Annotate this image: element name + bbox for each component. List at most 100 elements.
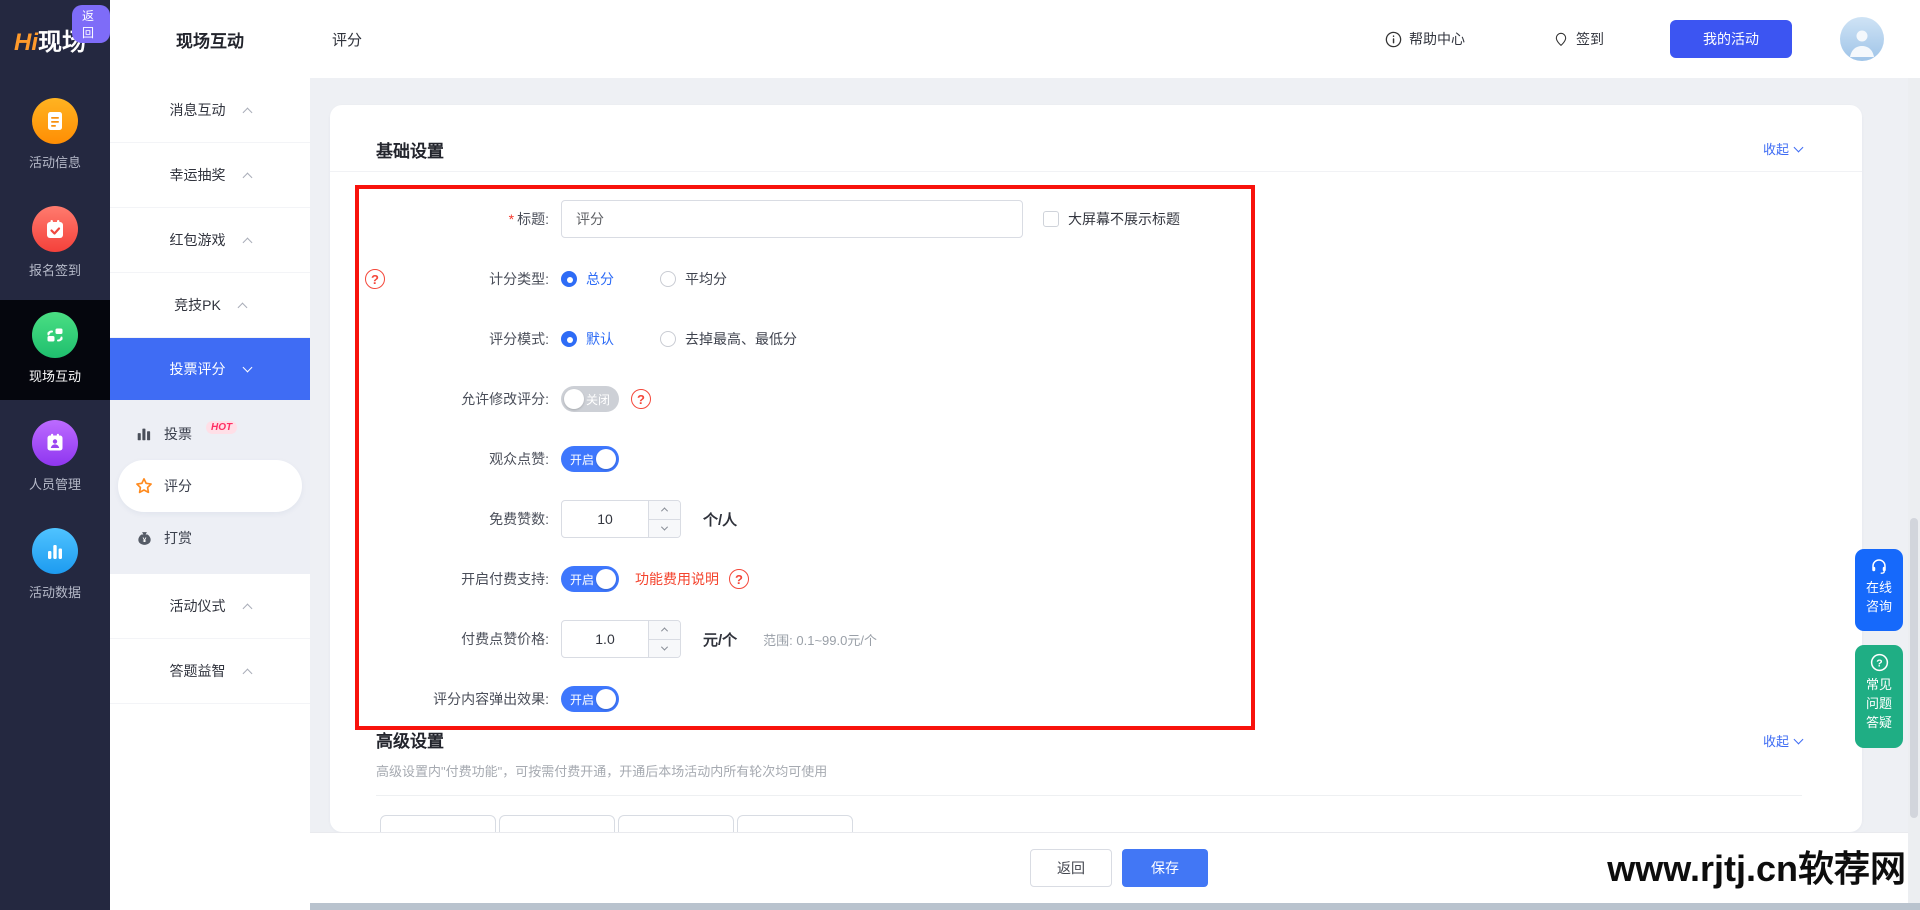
paid-price-unit: 元/个 <box>703 629 737 650</box>
nav-group-label: 投票评分 <box>170 359 226 379</box>
paid-support-toggle[interactable]: 开启 <box>561 566 619 592</box>
stepper-up-icon[interactable] <box>649 501 680 520</box>
radio-label: 总分 <box>586 269 614 289</box>
primary-nav-live-interaction[interactable]: 现场互动 <box>0 300 110 400</box>
svg-text:¥: ¥ <box>142 537 146 544</box>
primary-nav-signup-checkin[interactable]: 报名签到 <box>0 194 110 294</box>
primary-nav-label: 现场互动 <box>0 366 110 385</box>
advanced-settings-title: 高级设置 <box>376 727 444 752</box>
scrollbar[interactable] <box>1908 78 1920 903</box>
toggle-knob <box>596 449 616 469</box>
option-tab[interactable] <box>737 815 853 832</box>
back-button[interactable]: 返回 <box>1030 849 1112 887</box>
chevron-up-icon <box>242 172 252 182</box>
subnav-vote[interactable]: 投票 HOT <box>110 408 310 460</box>
help-center-link[interactable]: 帮助中心 <box>1385 29 1465 49</box>
calendar-check-icon <box>32 206 78 252</box>
audience-like-toggle[interactable]: 开启 <box>561 446 619 472</box>
allow-modify-toggle[interactable]: 关闭 <box>561 386 619 412</box>
title-input[interactable] <box>561 200 1023 238</box>
paid-price-value[interactable]: 1.0 <box>562 621 648 657</box>
form-row-audience-like: 观众点赞: 开启 <box>359 439 1251 479</box>
radio-average-score[interactable]: 平均分 <box>660 269 727 289</box>
free-likes-unit: 个/人 <box>703 509 737 530</box>
toggle-knob <box>596 569 616 589</box>
radio-dot <box>561 331 577 347</box>
allow-modify-label: 允许修改评分: <box>401 389 549 409</box>
required-asterisk: * <box>509 211 514 227</box>
hide-title-checkbox[interactable] <box>1043 211 1059 227</box>
back-badge[interactable]: 返回 <box>72 5 110 43</box>
toggle-knob <box>564 389 584 409</box>
free-likes-value[interactable]: 10 <box>562 501 648 537</box>
option-tab[interactable] <box>499 815 615 832</box>
paid-price-label: 付费点赞价格: <box>401 629 549 649</box>
save-button[interactable]: 保存 <box>1122 849 1208 887</box>
vote-bars-icon <box>134 424 154 444</box>
nav-group-ceremony[interactable]: 活动仪式 <box>110 574 310 639</box>
collapse-label: 收起 <box>1763 139 1789 158</box>
nav-group-message-interaction[interactable]: 消息互动 <box>110 78 310 143</box>
primary-nav-activity-data[interactable]: 活动数据 <box>0 516 110 616</box>
svg-text:?: ? <box>1876 658 1882 669</box>
help-question-icon[interactable]: ? <box>729 569 749 589</box>
my-activities-button[interactable]: 我的活动 <box>1670 20 1792 58</box>
faq-button[interactable]: ? 常见 问题 答疑 <box>1855 645 1903 748</box>
location-pin-icon <box>1553 30 1569 48</box>
nav-group-red-packet[interactable]: 红包游戏 <box>110 208 310 273</box>
id-card-icon <box>32 420 78 466</box>
basic-collapse-link[interactable]: 收起 <box>1763 139 1802 158</box>
nav-group-vote-score[interactable]: 投票评分 <box>110 338 310 400</box>
toggle-label: 开启 <box>570 451 594 468</box>
help-question-icon[interactable]: ? <box>631 389 651 409</box>
paid-price-stepper[interactable]: 1.0 <box>561 620 681 658</box>
nav-group-quiz[interactable]: 答题益智 <box>110 639 310 704</box>
nav-group-pk[interactable]: 竞技PK <box>110 273 310 338</box>
faq-label: 问题 <box>1866 695 1892 712</box>
form-row-score-mode: 评分模式: 默认 去掉最高、最低分 <box>359 319 1251 359</box>
stepper-up-icon[interactable] <box>649 621 680 640</box>
primary-nav-label: 活动数据 <box>0 582 110 601</box>
title-label: *标题: <box>401 209 549 229</box>
advanced-settings-subtitle: 高级设置内"付费功能"，可按需付费开通，开通后本场活动内所有轮次均可使用 <box>376 761 827 780</box>
paid-support-label: 开启付费支持: <box>401 569 549 589</box>
help-center-label: 帮助中心 <box>1409 29 1465 49</box>
radio-trim-mode[interactable]: 去掉最高、最低分 <box>660 329 797 349</box>
app-window: Hi现场 返回 活动信息 报名签到 现场互动 人员管理 <box>0 0 1920 910</box>
stepper-down-icon[interactable] <box>649 520 680 538</box>
advanced-option-tabs <box>380 815 853 832</box>
form-row-title: *标题: 大屏幕不展示标题 <box>359 199 1251 239</box>
radio-default-mode[interactable]: 默认 <box>561 329 614 349</box>
toggle-label: 关闭 <box>586 391 610 408</box>
free-likes-stepper[interactable]: 10 <box>561 500 681 538</box>
nav-group-label: 答题益智 <box>170 661 226 681</box>
stepper-down-icon[interactable] <box>649 640 680 658</box>
avatar[interactable] <box>1840 17 1884 61</box>
topbar: 评分 帮助中心 签到 我的活动 <box>310 0 1920 78</box>
help-question-icon[interactable]: ? <box>365 269 385 289</box>
primary-nav-activity-info[interactable]: 活动信息 <box>0 86 110 186</box>
checkin-link[interactable]: 签到 <box>1553 29 1604 49</box>
subnav-label: 投票 <box>164 424 192 444</box>
score-type-label: 计分类型: <box>401 269 549 289</box>
hide-title-checkbox-label: 大屏幕不展示标题 <box>1068 209 1180 229</box>
online-consult-button[interactable]: 在线 咨询 <box>1855 549 1903 631</box>
page-title: 评分 <box>332 29 362 50</box>
advanced-collapse-link[interactable]: 收起 <box>1763 731 1802 750</box>
primary-nav-label: 报名签到 <box>0 260 110 279</box>
fee-description-link[interactable]: 功能费用说明 <box>635 569 719 589</box>
audience-like-label: 观众点赞: <box>401 449 549 469</box>
popup-effect-toggle[interactable]: 开启 <box>561 686 619 712</box>
faq-label: 常见 <box>1866 676 1892 693</box>
radio-total-score[interactable]: 总分 <box>561 269 614 289</box>
chevron-up-icon <box>237 302 247 312</box>
scrollbar-thumb[interactable] <box>1910 518 1918 818</box>
primary-nav-personnel[interactable]: 人员管理 <box>0 408 110 508</box>
subnav-reward[interactable]: ¥ 打赏 <box>110 512 310 564</box>
subnav-score[interactable]: 评分 <box>118 460 302 512</box>
chevron-up-icon <box>242 668 252 678</box>
option-tab[interactable] <box>618 815 734 832</box>
option-tab[interactable] <box>380 815 496 832</box>
nav-group-lucky-draw[interactable]: 幸运抽奖 <box>110 143 310 208</box>
form-row-score-type: ? 计分类型: 总分 平均分 <box>359 259 1251 299</box>
